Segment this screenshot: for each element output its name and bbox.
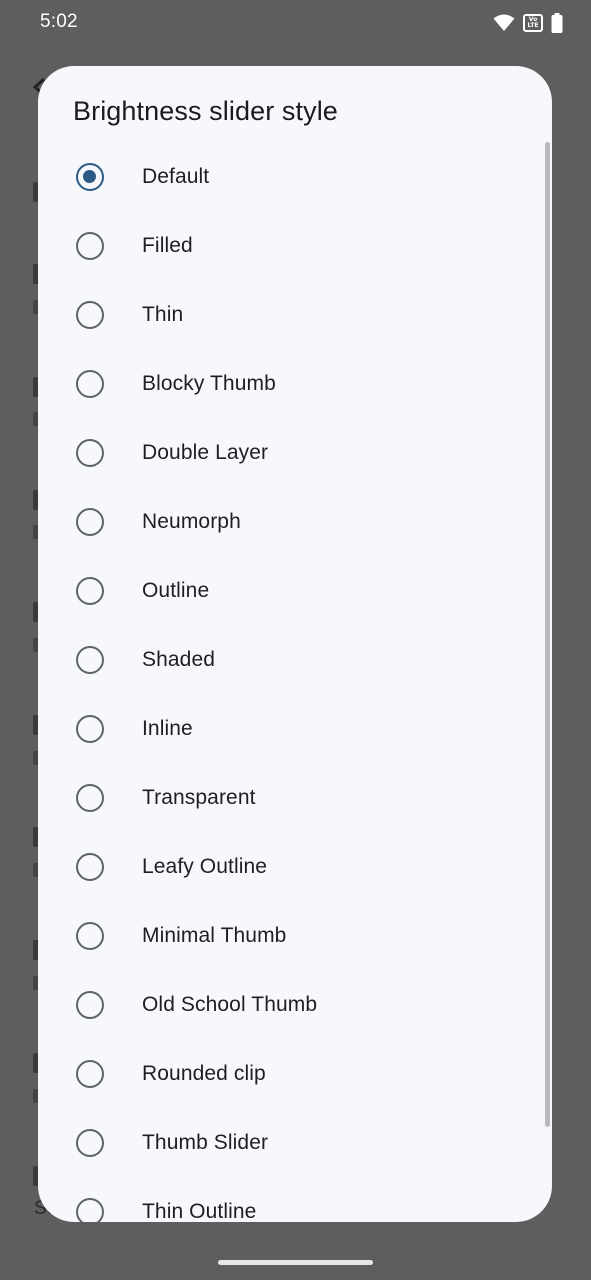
option-row[interactable]: Shaded bbox=[38, 626, 552, 695]
status-bar: 5:02 Vo LTE bbox=[0, 0, 591, 44]
option-label: Outline bbox=[142, 579, 210, 602]
scrollbar[interactable] bbox=[545, 142, 550, 1127]
option-row[interactable]: Thin Outline bbox=[38, 1178, 552, 1222]
option-row[interactable]: Double Layer bbox=[38, 419, 552, 488]
option-label: Double Layer bbox=[142, 441, 269, 464]
option-label: Filled bbox=[142, 234, 193, 257]
option-label: Thumb Slider bbox=[142, 1131, 269, 1154]
option-label: Thin Outline bbox=[142, 1200, 257, 1222]
radio-button-checked[interactable] bbox=[76, 163, 104, 191]
slider-style-dialog: Brightness slider style Default Filled Thi… bbox=[38, 66, 552, 1222]
options-list[interactable]: Default Filled Thin Blocky Thumb Double Laye… bbox=[38, 143, 552, 1222]
option-row[interactable]: Transparent bbox=[38, 764, 552, 833]
radio-button[interactable] bbox=[76, 646, 104, 674]
option-row[interactable]: Minimal Thumb bbox=[38, 902, 552, 971]
option-label: Leafy Outline bbox=[142, 855, 268, 878]
radio-button[interactable] bbox=[76, 922, 104, 950]
option-row[interactable]: Outline bbox=[38, 557, 552, 626]
radio-button[interactable] bbox=[76, 508, 104, 536]
radio-button[interactable] bbox=[76, 232, 104, 260]
option-row[interactable]: Thin bbox=[38, 281, 552, 350]
battery-icon bbox=[551, 13, 563, 33]
radio-button[interactable] bbox=[76, 853, 104, 881]
status-icons: Vo LTE bbox=[493, 12, 563, 34]
option-label: Rounded clip bbox=[142, 1062, 266, 1085]
radio-button[interactable] bbox=[76, 577, 104, 605]
wifi-icon bbox=[493, 14, 515, 31]
radio-button[interactable] bbox=[76, 784, 104, 812]
option-label: Neumorph bbox=[142, 510, 241, 533]
option-label: Transparent bbox=[142, 786, 256, 809]
radio-button[interactable] bbox=[76, 439, 104, 467]
option-label: Thin bbox=[142, 303, 184, 326]
radio-button[interactable] bbox=[76, 1129, 104, 1157]
option-label: Default bbox=[142, 165, 210, 188]
radio-button[interactable] bbox=[76, 715, 104, 743]
option-row[interactable]: Old School Thumb bbox=[38, 971, 552, 1040]
gesture-nav-handle[interactable] bbox=[218, 1260, 373, 1265]
option-row[interactable]: Neumorph bbox=[38, 488, 552, 557]
option-label: Old School Thumb bbox=[142, 993, 318, 1016]
option-row[interactable]: Default bbox=[38, 143, 552, 212]
option-label: Shaded bbox=[142, 648, 216, 671]
option-row[interactable]: Filled bbox=[38, 212, 552, 281]
radio-button[interactable] bbox=[76, 1060, 104, 1088]
volte-icon: Vo LTE bbox=[523, 14, 543, 32]
option-row[interactable]: Blocky Thumb bbox=[38, 350, 552, 419]
option-row[interactable]: Inline bbox=[38, 695, 552, 764]
option-label: Minimal Thumb bbox=[142, 924, 287, 947]
radio-button[interactable] bbox=[76, 991, 104, 1019]
radio-button[interactable] bbox=[76, 370, 104, 398]
option-label: Blocky Thumb bbox=[142, 372, 276, 395]
radio-button[interactable] bbox=[76, 301, 104, 329]
option-row[interactable]: Rounded clip bbox=[38, 1040, 552, 1109]
dialog-title: Brightness slider style bbox=[73, 96, 338, 126]
radio-button[interactable] bbox=[76, 1198, 104, 1222]
option-row[interactable]: Leafy Outline bbox=[38, 833, 552, 902]
option-label: Inline bbox=[142, 717, 193, 740]
option-row[interactable]: Thumb Slider bbox=[38, 1109, 552, 1178]
status-time: 5:02 bbox=[40, 11, 78, 32]
